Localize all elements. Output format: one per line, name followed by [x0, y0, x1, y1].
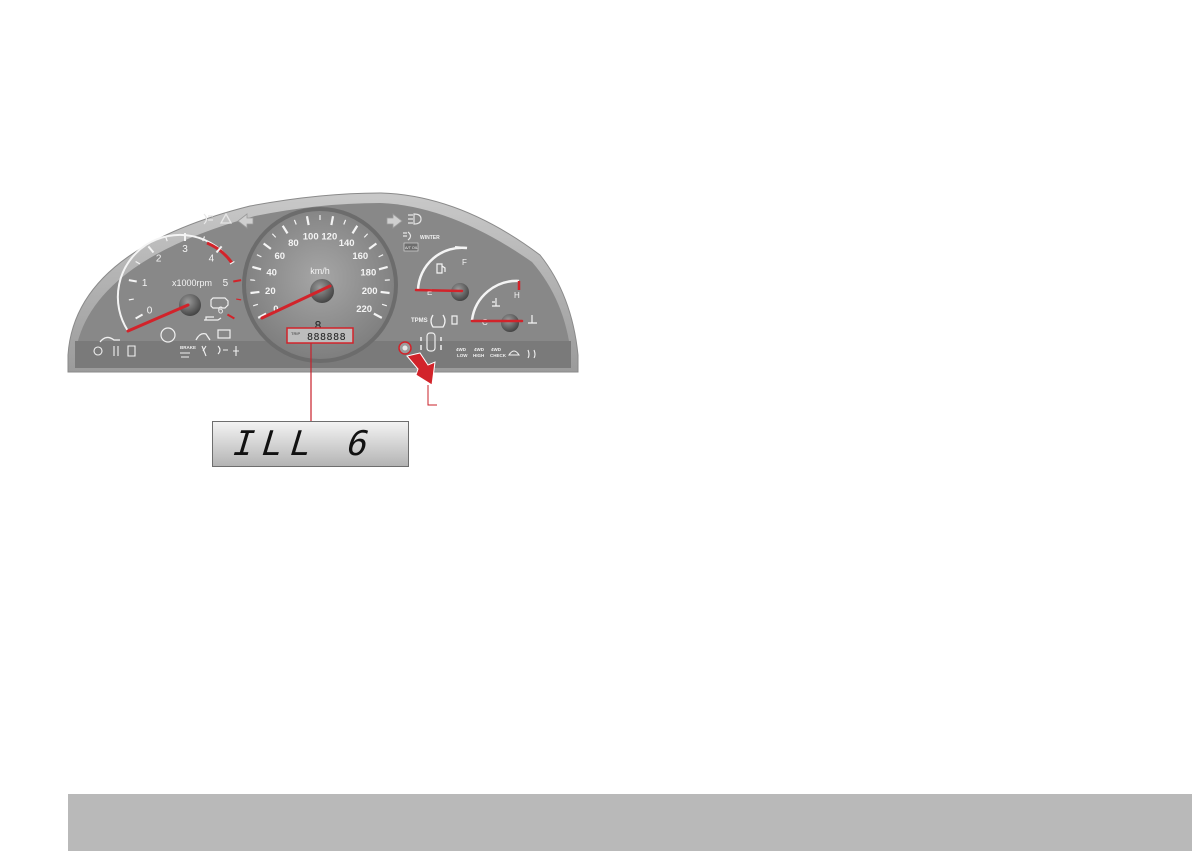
speed-tick-label: 180	[360, 268, 376, 279]
tach-tick-label: 6	[218, 306, 224, 317]
temp-hot-label: H	[514, 291, 520, 300]
4wd-low-label-1: 4WD	[456, 347, 467, 352]
at-oil-label: A/T OIL	[405, 246, 418, 250]
tach-tick-label: 0	[147, 306, 153, 317]
footer-bar	[68, 794, 1192, 851]
speed-tick	[380, 290, 390, 295]
pointer-leader-line	[427, 385, 437, 406]
tach-tick-label: 4	[209, 254, 215, 265]
4wd-check-label-2: CHECK	[490, 353, 507, 358]
4wd-check-label-1: 4WD	[491, 347, 502, 352]
speed-tick-label: 60	[274, 251, 285, 262]
4wd-high-label-1: 4WD	[474, 347, 485, 352]
tach-tick	[233, 279, 242, 283]
speed-tick-label: 80	[288, 238, 299, 249]
tach-hub	[179, 294, 201, 316]
tach-tick	[236, 298, 242, 301]
tach-tick	[128, 298, 134, 301]
speed-tick-label: 220	[356, 304, 372, 315]
fuel-full-label: F	[462, 258, 467, 267]
tach-unit-label: x1000rpm	[172, 278, 212, 288]
speed-tick-label: 120	[321, 231, 337, 242]
winter-label: WINTER	[420, 235, 440, 241]
speed-tick-label: 100	[303, 231, 319, 242]
tach-tick-label: 3	[182, 244, 188, 255]
temp-hub	[501, 314, 519, 332]
tach-tick	[128, 279, 137, 283]
speedometer: 020406080100 120140160180200220 km/h 8 TR…	[242, 207, 398, 363]
brake-label: BRAKE	[180, 345, 196, 350]
speed-tick-label: 200	[362, 286, 378, 297]
tpms-label: TPMS	[411, 318, 428, 324]
odometer-trip-label: TRIP	[291, 331, 300, 336]
tach-tick-label: 2	[156, 254, 162, 265]
lcd-callout-display: ILL 6	[212, 421, 409, 467]
speed-tick-label: 160	[352, 251, 368, 262]
instrument-cluster-illustration: 0123456 x1000rpm 020406080100 12014016018…	[67, 192, 579, 421]
tach-tick-label: 5	[223, 278, 229, 289]
4wd-low-label-2: LOW	[457, 353, 468, 358]
tach-tick-label: 1	[142, 278, 148, 289]
speed-tick-label: 20	[265, 286, 276, 297]
lcd-callout-text: ILL 6	[231, 424, 379, 464]
4wd-high-label-2: HIGH	[473, 353, 484, 358]
odometer-digits: 888888	[307, 332, 346, 343]
speed-unit-label: km/h	[310, 266, 330, 276]
fuel-needle	[414, 288, 464, 293]
speed-tick-label: 40	[266, 268, 277, 279]
temp-cold-label: C	[482, 318, 488, 327]
speed-tick	[250, 290, 260, 295]
speed-tick-label: 140	[339, 238, 355, 249]
